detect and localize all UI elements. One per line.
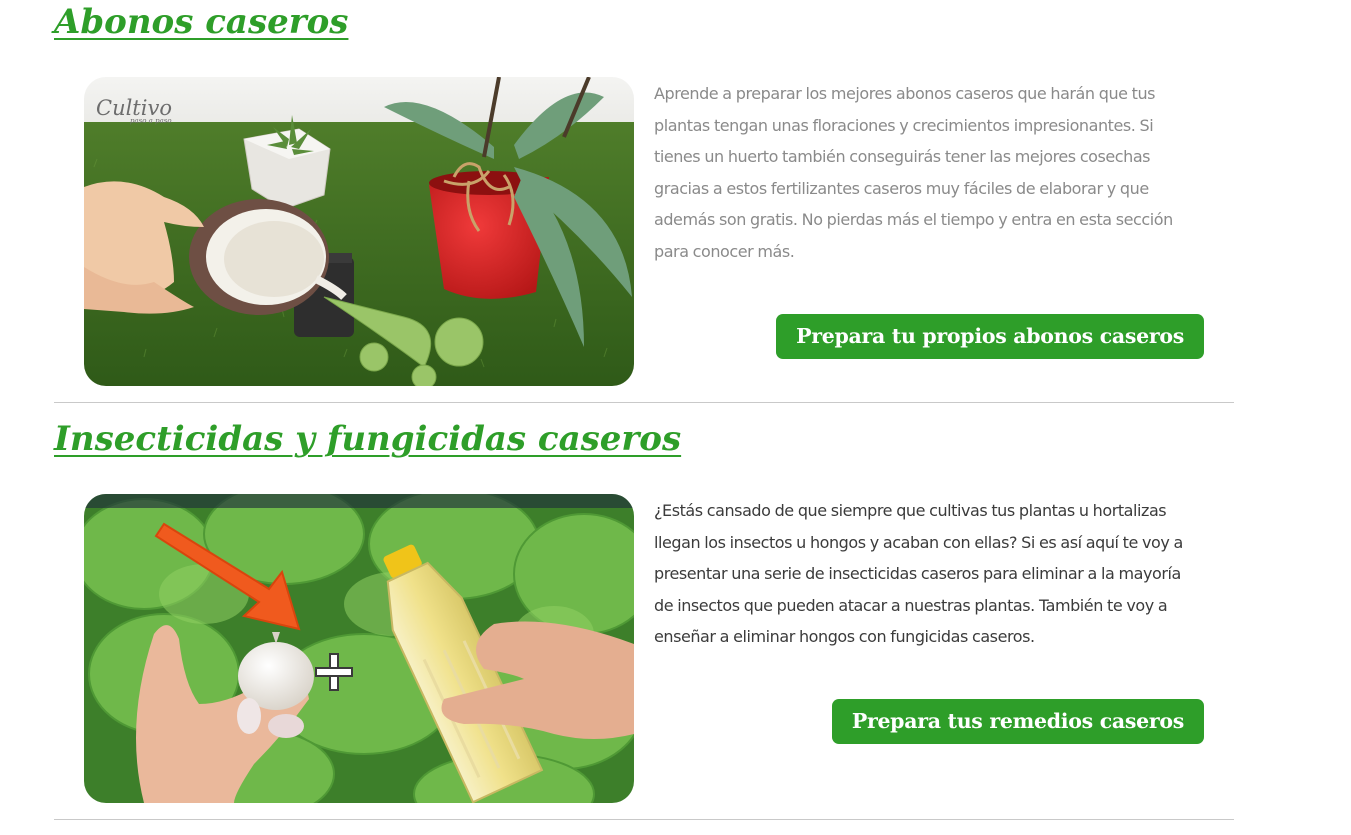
abonos-photo[interactable]: Cultivo paso a paso xyxy=(84,77,634,386)
section-divider xyxy=(54,402,1234,403)
abonos-description: Aprende a preparar los mejores abonos ca… xyxy=(654,84,1173,261)
section-insecticidas: Insecticidas y fungicidas caseros ¿Estás… xyxy=(54,417,1234,835)
abonos-cta-button[interactable]: Prepara tu propios abonos caseros xyxy=(776,314,1204,359)
section-title-abonos[interactable]: Abonos caseros xyxy=(54,0,348,44)
insecticidas-cta-button[interactable]: Prepara tus remedios caseros xyxy=(831,699,1204,744)
section-divider xyxy=(54,819,1234,820)
insecticidas-description: ¿Estás cansado de que siempre que cultiv… xyxy=(654,501,1183,646)
insecticidas-photo[interactable] xyxy=(84,494,634,803)
section-abonos-caseros: Abonos caseros Cultivo paso a paso Apren… xyxy=(54,0,1234,403)
abonos-illustration: Cultivo paso a paso xyxy=(84,77,634,386)
watermark-sub: paso a paso xyxy=(130,117,172,125)
section-title-insecticidas[interactable]: Insecticidas y fungicidas caseros xyxy=(54,417,681,461)
insecticidas-illustration xyxy=(84,494,634,803)
